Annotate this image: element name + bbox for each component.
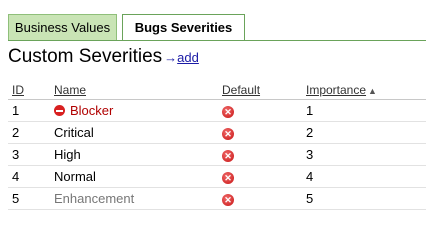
row-default-cell: ✕ — [218, 121, 302, 144]
row-importance: 2 — [302, 121, 426, 144]
severities-table: ID Name Default Importance ▲ 1 Blocker ✕ … — [8, 80, 426, 210]
table-row: 5 Enhancement ✕ 5 — [8, 187, 426, 210]
row-id: 1 — [8, 99, 50, 122]
table-row: 2 Critical ✕ 2 — [8, 121, 426, 144]
column-header-default[interactable]: Default — [218, 80, 302, 100]
row-id: 4 — [8, 165, 50, 188]
row-id: 3 — [8, 143, 50, 166]
row-name[interactable]: Normal — [54, 169, 96, 184]
table-row: 1 Blocker ✕ 1 — [8, 99, 426, 122]
column-header-id[interactable]: ID — [8, 80, 50, 100]
tab-divider — [8, 40, 426, 41]
add-arrow-icon: → — [164, 50, 178, 65]
row-default-cell: ✕ — [218, 187, 302, 210]
add-link[interactable]: add — [177, 50, 199, 65]
tab-bugs-severities[interactable]: Bugs Severities — [122, 14, 245, 41]
row-importance: 1 — [302, 99, 426, 122]
table-header-row: ID Name Default Importance ▲ — [8, 80, 426, 100]
row-name-cell: Enhancement — [50, 187, 218, 210]
row-importance: 4 — [302, 165, 426, 188]
row-name-cell: Blocker — [50, 99, 218, 122]
row-name[interactable]: Enhancement — [54, 191, 134, 206]
column-header-name[interactable]: Name — [50, 80, 218, 100]
row-name[interactable]: Critical — [54, 125, 94, 140]
x-circle-icon[interactable]: ✕ — [222, 172, 234, 184]
column-header-importance-label: Importance — [306, 82, 367, 97]
x-circle-icon[interactable]: ✕ — [222, 150, 234, 162]
row-name[interactable]: High — [54, 147, 81, 162]
x-circle-icon[interactable]: ✕ — [222, 194, 234, 206]
table-row: 4 Normal ✕ 4 — [8, 165, 426, 188]
x-circle-icon[interactable]: ✕ — [222, 128, 234, 140]
row-default-cell: ✕ — [218, 165, 302, 188]
column-header-importance[interactable]: Importance ▲ — [302, 80, 426, 100]
row-name-cell: Critical — [50, 121, 218, 144]
row-default-cell: ✕ — [218, 143, 302, 166]
row-name-cell: High — [50, 143, 218, 166]
x-circle-icon[interactable]: ✕ — [222, 106, 234, 118]
row-default-cell: ✕ — [218, 99, 302, 122]
table-row: 3 High ✕ 3 — [8, 143, 426, 166]
row-id: 5 — [8, 187, 50, 210]
row-name[interactable]: Blocker — [70, 103, 113, 118]
row-importance: 5 — [302, 187, 426, 210]
page-title: Custom Severities — [8, 46, 163, 67]
tab-business-values[interactable]: Business Values — [8, 14, 117, 40]
tab-bar: Business Values Bugs Severities — [0, 0, 426, 42]
blocker-stop-icon — [54, 105, 65, 116]
row-importance: 3 — [302, 143, 426, 166]
row-id: 2 — [8, 121, 50, 144]
section-heading: Custom Severities →add — [8, 46, 199, 70]
sort-ascending-icon: ▲ — [368, 85, 377, 96]
row-name-cell: Normal — [50, 165, 218, 188]
